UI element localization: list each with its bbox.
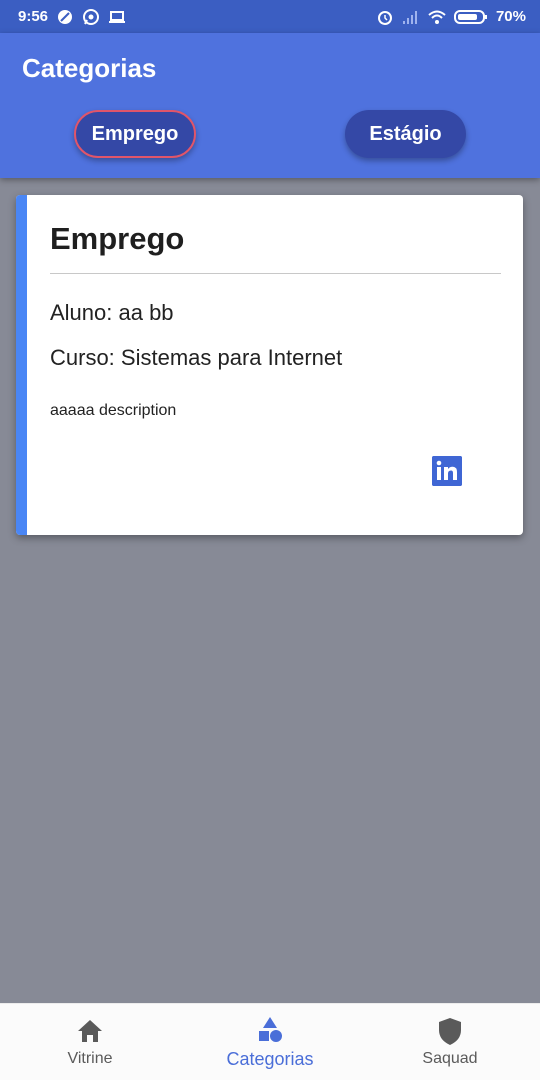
signal-icon <box>402 10 417 24</box>
nav-label-vitrine: Vitrine <box>67 1050 113 1067</box>
app-bar: Categorias Emprego Estágio <box>0 33 540 178</box>
wifi-icon <box>428 10 446 24</box>
battery-percent: 70% <box>495 8 526 25</box>
card-title: Emprego <box>50 221 185 256</box>
whatsapp-icon <box>83 8 100 25</box>
nav-item-vitrine[interactable]: Vitrine <box>0 1004 180 1080</box>
shapes-icon <box>259 1016 282 1042</box>
alarm-icon <box>377 10 392 25</box>
laptop-icon <box>109 10 126 23</box>
blocked-icon <box>58 9 73 24</box>
linkedin-icon[interactable] <box>432 456 462 486</box>
bottom-navigation: Vitrine Categorias Saquad <box>0 1003 540 1080</box>
card-student: Aluno: aa bb <box>50 300 174 325</box>
shield-icon <box>439 1018 461 1045</box>
battery-icon <box>453 9 487 24</box>
filter-chip-emprego[interactable]: Emprego <box>74 110 196 158</box>
filter-chip-label: Estágio <box>369 122 442 145</box>
status-bar: 9:56 70% <box>0 0 540 33</box>
nav-item-categorias[interactable]: Categorias <box>180 1004 360 1080</box>
opportunity-card[interactable]: Emprego Aluno: aa bb Curso: Sistemas par… <box>16 195 523 535</box>
nav-item-saquad[interactable]: Saquad <box>360 1004 540 1080</box>
filter-chip-label: Emprego <box>91 122 179 145</box>
nav-label-categorias: Categorias <box>226 1048 314 1069</box>
card-description: aaaaa description <box>50 402 177 419</box>
card-course: Curso: Sistemas para Internet <box>50 345 343 370</box>
page-title: Categorias <box>22 53 157 83</box>
card-accent-bar <box>16 195 27 535</box>
nav-label-saquad: Saquad <box>422 1050 478 1067</box>
status-time: 9:56 <box>18 8 49 25</box>
card-divider <box>50 273 501 274</box>
home-icon <box>78 1020 102 1042</box>
filter-chip-estagio[interactable]: Estágio <box>345 110 466 158</box>
